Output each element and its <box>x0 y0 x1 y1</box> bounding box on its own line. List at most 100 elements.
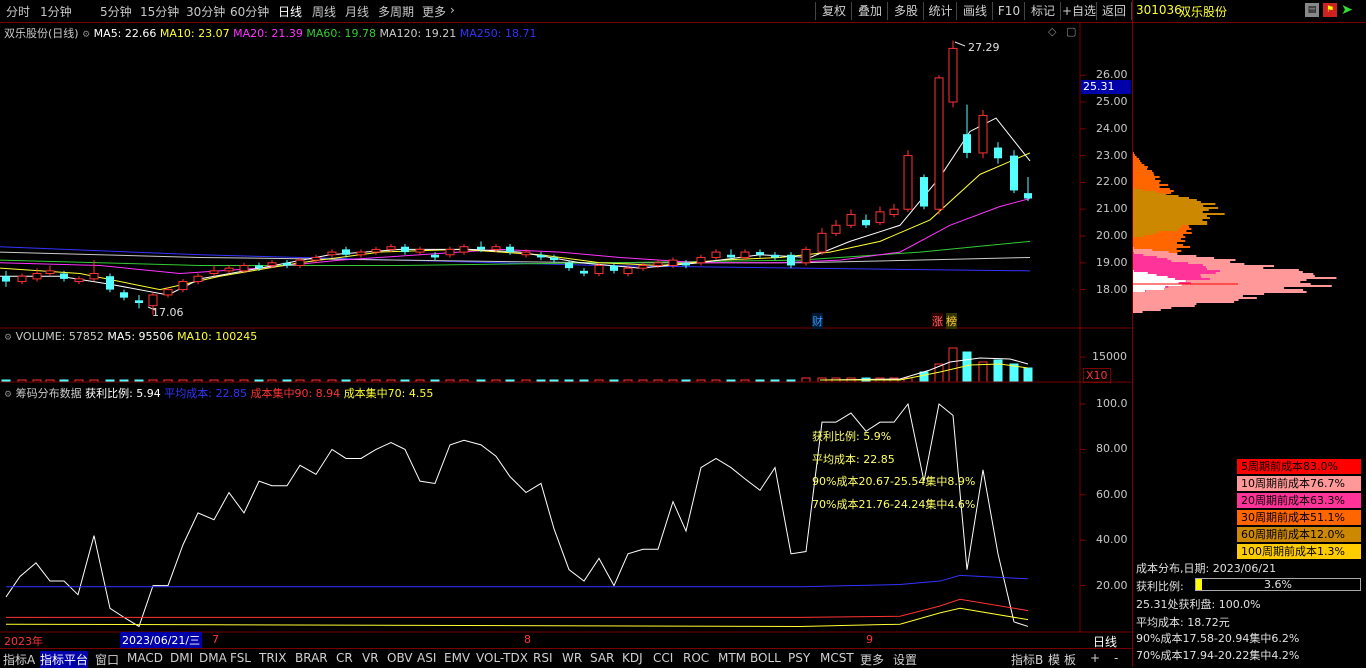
candlestick[interactable] <box>225 265 233 273</box>
candlestick[interactable] <box>312 255 320 263</box>
indicator-tab[interactable]: PSY <box>788 651 810 665</box>
indicator-b-control[interactable]: 板 <box>1064 651 1076 668</box>
indicator-tab[interactable]: FSL <box>230 651 251 665</box>
period-tab-more[interactable]: 更多 <box>422 3 446 20</box>
indicator-tab[interactable]: 指标A <box>3 651 35 668</box>
candlestick[interactable] <box>1010 150 1018 193</box>
indicator-tab[interactable]: KDJ <box>622 651 643 665</box>
candlestick[interactable] <box>697 255 705 266</box>
candlestick[interactable] <box>446 247 454 258</box>
period-tab-monthly[interactable]: 月线 <box>345 3 369 20</box>
finance-marker[interactable]: 财 <box>812 313 823 329</box>
indicator-b-control[interactable]: - <box>1114 651 1118 665</box>
candlestick[interactable] <box>787 252 795 268</box>
add-watchlist-button[interactable]: +自选 <box>1060 2 1097 20</box>
candlestick[interactable] <box>120 290 128 301</box>
indicator-tab[interactable]: CCI <box>653 651 673 665</box>
multi-stock-button[interactable]: 多股 <box>887 2 924 20</box>
candlestick[interactable] <box>979 110 987 158</box>
candlestick[interactable] <box>802 247 810 266</box>
candlestick[interactable] <box>756 249 764 257</box>
indicator-tab[interactable]: VOL-TDX <box>476 651 528 665</box>
candlestick[interactable] <box>283 260 291 268</box>
candlestick[interactable] <box>904 150 912 212</box>
indicator-b-control[interactable]: 指标B <box>1011 651 1043 668</box>
indicator-tab[interactable]: ASI <box>417 651 436 665</box>
statistics-button[interactable]: 统计 <box>923 2 957 20</box>
indicator-tab[interactable]: OBV <box>387 651 413 665</box>
indicator-b-control[interactable]: 模 <box>1048 651 1060 668</box>
indicator-tab[interactable]: MTM <box>718 651 746 665</box>
candlestick[interactable] <box>935 75 943 214</box>
candlestick[interactable] <box>90 260 98 281</box>
candlestick[interactable] <box>639 263 647 271</box>
candlestick[interactable] <box>712 249 720 260</box>
candlestick[interactable] <box>387 244 395 252</box>
candlestick[interactable] <box>537 252 545 260</box>
candlestick[interactable] <box>460 244 468 255</box>
candlestick[interactable] <box>1024 177 1032 201</box>
candlestick[interactable] <box>328 249 336 257</box>
candlestick[interactable] <box>416 247 424 255</box>
period-tab-weekly[interactable]: 周线 <box>312 3 336 20</box>
period-tab-multi[interactable]: 多周期 <box>378 3 414 20</box>
candlestick[interactable] <box>890 204 898 217</box>
settings-icon[interactable]: ⚙ <box>4 333 12 343</box>
candlestick[interactable] <box>179 279 187 292</box>
period-tab-60min[interactable]: 60分钟 <box>230 3 269 20</box>
indicator-tab[interactable]: CR <box>336 651 353 665</box>
candlestick[interactable] <box>194 274 202 285</box>
f10-button[interactable]: F10 <box>992 2 1025 20</box>
cost-row[interactable]: 30周期前成本51.1% <box>1237 510 1361 525</box>
indicator-tab[interactable]: RSI <box>533 651 553 665</box>
candlestick[interactable] <box>862 215 870 228</box>
period-tab-daily[interactable]: 日线 <box>278 3 302 20</box>
indicator-tab[interactable]: 设置 <box>893 651 917 668</box>
candlestick[interactable] <box>401 244 409 255</box>
overlay-button[interactable]: 叠加 <box>851 2 888 20</box>
indicator-tab[interactable]: MCST <box>820 651 854 665</box>
settings-icon[interactable]: ⚙ <box>4 390 12 400</box>
period-tab-1min[interactable]: 1分钟 <box>40 3 72 20</box>
candlestick[interactable] <box>75 276 83 284</box>
indicator-tab[interactable]: BOLL <box>750 651 781 665</box>
indicator-tab[interactable]: VR <box>362 651 379 665</box>
cost-row[interactable]: 60周期前成本12.0% <box>1237 527 1361 542</box>
candlestick[interactable] <box>372 247 380 255</box>
arrow-icon[interactable]: ➤ <box>1341 2 1353 18</box>
candlestick[interactable] <box>876 207 884 226</box>
flag-icon[interactable]: ⚑ <box>1323 3 1337 17</box>
candlestick[interactable] <box>920 174 928 209</box>
indicator-tab[interactable]: 窗口 <box>95 651 119 668</box>
candlestick[interactable] <box>210 265 218 276</box>
rank-marker[interactable]: 榜 <box>946 313 957 329</box>
candlestick[interactable] <box>357 249 365 257</box>
candlestick[interactable] <box>994 142 1002 163</box>
candlestick[interactable] <box>832 220 840 236</box>
chevron-right-icon[interactable]: › <box>450 3 455 17</box>
period-tab-5min[interactable]: 5分钟 <box>100 3 132 20</box>
back-button[interactable]: 返回 <box>1096 2 1132 20</box>
draw-line-button[interactable]: 画线 <box>956 2 993 20</box>
fuquan-button[interactable]: 复权 <box>815 2 852 20</box>
period-tab-30min[interactable]: 30分钟 <box>186 3 225 20</box>
period-tab-minute[interactable]: 分时 <box>6 3 30 20</box>
candlestick[interactable] <box>818 228 826 255</box>
cost-row[interactable]: 10周期前成本76.7% <box>1237 476 1361 491</box>
indicator-tab[interactable]: BRAR <box>295 651 328 665</box>
candlestick[interactable] <box>106 274 114 293</box>
candlestick[interactable] <box>847 209 855 228</box>
candlestick[interactable] <box>771 252 779 260</box>
period-tab-15min[interactable]: 15分钟 <box>140 3 179 20</box>
candlestick[interactable] <box>135 295 143 308</box>
indicator-tab[interactable]: MACD <box>127 651 163 665</box>
candlestick[interactable] <box>46 265 54 276</box>
candlestick[interactable] <box>949 41 957 108</box>
indicator-tab[interactable]: SAR <box>590 651 614 665</box>
indicator-tab[interactable]: EMV <box>444 651 470 665</box>
mark-button[interactable]: 标记 <box>1024 2 1061 20</box>
limit-up-marker[interactable]: 涨 <box>932 313 943 329</box>
indicator-tab[interactable]: DMA <box>199 651 227 665</box>
indicator-tab[interactable]: DMI <box>170 651 193 665</box>
cost-row[interactable]: 5周期前成本83.0% <box>1237 459 1361 474</box>
